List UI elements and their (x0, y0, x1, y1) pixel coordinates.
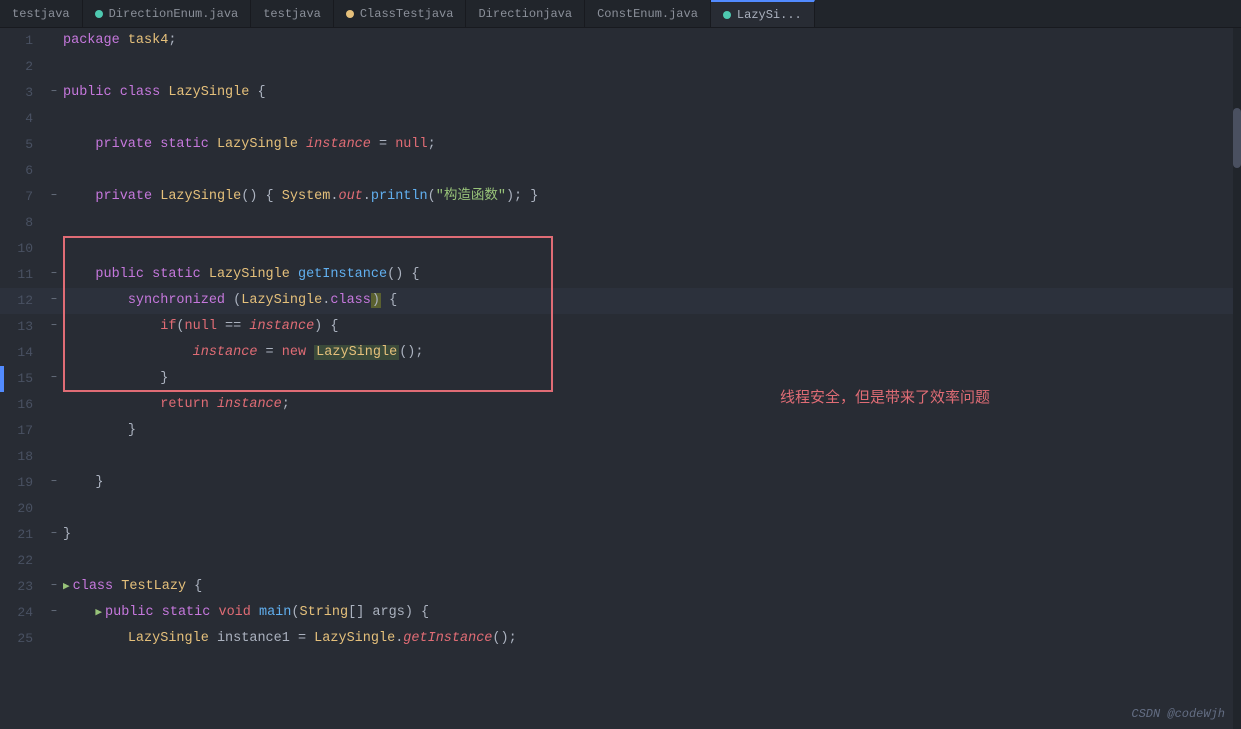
line-6: 6 (0, 158, 1241, 184)
line-24: 24 − ▶public static void main(String[] a… (0, 600, 1241, 626)
tab-classtestjava[interactable]: ClassTestjava (334, 0, 467, 28)
scrollbar-thumb[interactable] (1233, 108, 1241, 168)
annotation-text: 线程安全，但是带来了效率问题 (780, 386, 990, 407)
line-16: 16 return instance; (0, 392, 1241, 418)
tab-testjava-2[interactable]: testjava (251, 0, 334, 28)
tab-testjava-1[interactable]: testjava (0, 0, 83, 28)
tab-dot (346, 10, 354, 18)
line-14: 14 instance = new LazySingle(); (0, 340, 1241, 366)
line-23: 23 − ▶class TestLazy { (0, 574, 1241, 600)
line-12: 12 − synchronized (LazySingle.class) { (0, 288, 1241, 314)
line-25: 25 LazySingle instance1 = LazySingle.get… (0, 626, 1241, 652)
tab-label: Directionjava (478, 7, 572, 21)
tab-lazysingle[interactable]: LazySi... (711, 0, 815, 28)
line-8: 8 (0, 210, 1241, 236)
branding: CSDN @codeWjh (1131, 707, 1225, 721)
tab-dot (95, 10, 103, 18)
tab-directionjava[interactable]: Directionjava (466, 0, 585, 28)
line-22: 22 (0, 548, 1241, 574)
tab-directionenum[interactable]: DirectionEnum.java (83, 0, 252, 28)
line-10: 10 (0, 236, 1241, 262)
scrollbar-vertical[interactable] (1233, 28, 1241, 729)
tab-label: DirectionEnum.java (109, 7, 239, 21)
line-18: 18 (0, 444, 1241, 470)
tab-constenum[interactable]: ConstEnum.java (585, 0, 711, 28)
code-editor: 1 package task4; 2 3 − public class Lazy… (0, 28, 1241, 729)
line-2: 2 (0, 54, 1241, 80)
tab-label: LazySi... (737, 8, 802, 22)
line-15: 15 − } (0, 366, 1241, 392)
tab-label: ConstEnum.java (597, 7, 698, 21)
line-4: 4 (0, 106, 1241, 132)
line-11: 11 − public static LazySingle getInstanc… (0, 262, 1241, 288)
tab-dot (723, 11, 731, 19)
line-20: 20 (0, 496, 1241, 522)
line-1: 1 package task4; (0, 28, 1241, 54)
tab-label: ClassTestjava (360, 7, 454, 21)
editor-area: 1 package task4; 2 3 − public class Lazy… (0, 28, 1241, 729)
line-3: 3 − public class LazySingle { (0, 80, 1241, 106)
line-13: 13 − if(null == instance) { (0, 314, 1241, 340)
line-21: 21 − } (0, 522, 1241, 548)
tab-bar: testjava DirectionEnum.java testjava Cla… (0, 0, 1241, 28)
tab-label: testjava (12, 7, 70, 21)
line-5: 5 private static LazySingle instance = n… (0, 132, 1241, 158)
line-highlight-indicator (0, 366, 4, 392)
line-17: 17 } (0, 418, 1241, 444)
line-19: 19 − } (0, 470, 1241, 496)
tab-label: testjava (263, 7, 321, 21)
line-7: 7 − private LazySingle() { System.out.pr… (0, 184, 1241, 210)
